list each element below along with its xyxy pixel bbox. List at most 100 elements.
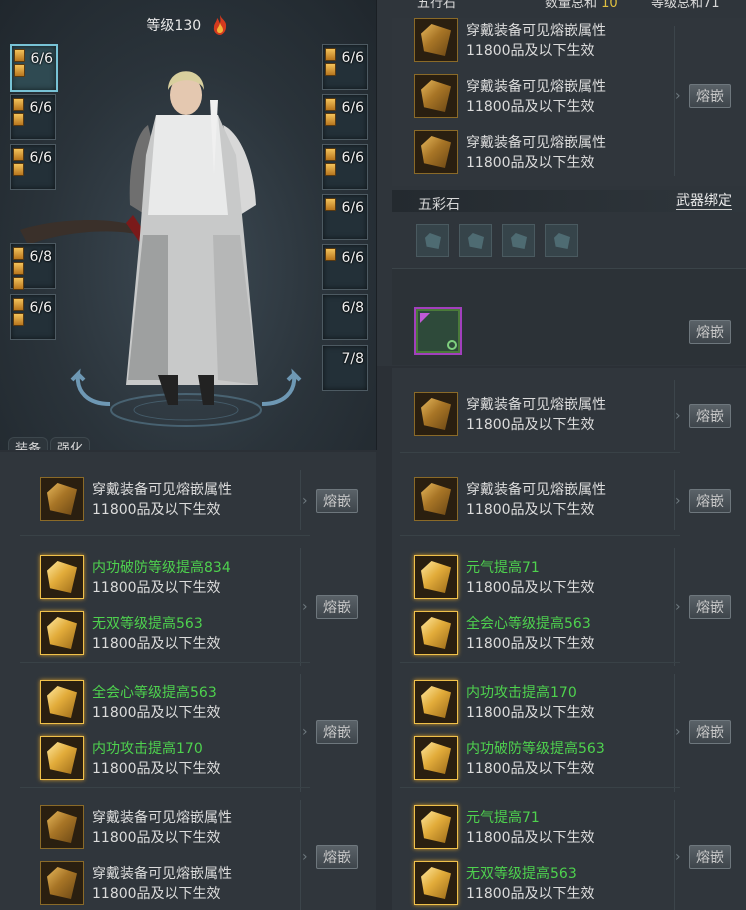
gem-stone-icon: [421, 742, 451, 774]
right-slot[interactable]: 6/8: [322, 294, 368, 340]
slot-count: 6/6: [29, 150, 52, 166]
gem-attribute: 内功攻击提高170: [92, 741, 203, 757]
divider: [300, 548, 301, 666]
tab-enhance[interactable]: 强化: [50, 437, 91, 450]
gem-icon[interactable]: [40, 680, 84, 724]
gem-requirement: 11800品及以下生效: [466, 99, 595, 115]
row-separator: [20, 662, 310, 663]
gem-icon[interactable]: [414, 736, 458, 780]
gem-icon[interactable]: [414, 18, 458, 62]
slot-count: 6/6: [341, 250, 364, 266]
gem-attribute: 内功攻击提高170: [466, 685, 577, 701]
gem-stone-icon: [421, 80, 451, 112]
inlay-button[interactable]: 熔嵌: [689, 404, 731, 428]
rotate-left-icon[interactable]: [70, 368, 114, 408]
gem-requirement: 11800品及以下生效: [92, 502, 221, 518]
gem-count-icons: [13, 148, 24, 178]
gem-icon: [14, 64, 25, 77]
right-slot[interactable]: 6/6: [322, 194, 368, 240]
gem-stone-icon: [421, 24, 451, 56]
inlay-button[interactable]: 熔嵌: [689, 845, 731, 869]
gem-icon[interactable]: [40, 736, 84, 780]
gem-requirement: 11800品及以下生效: [466, 417, 595, 433]
gem-icon: [13, 98, 24, 111]
gem-icon[interactable]: [414, 680, 458, 724]
tab-equipment[interactable]: 装备: [8, 437, 49, 450]
gem-icon[interactable]: [414, 861, 458, 905]
special-gem-slot[interactable]: [414, 307, 462, 355]
gem-requirement: 11800品及以下生效: [466, 830, 595, 846]
gem-count-icons: [325, 148, 336, 178]
empty-stone-icon: [511, 233, 527, 249]
row-separator: [400, 662, 680, 663]
left-slot[interactable]: 6/6: [10, 144, 56, 190]
right-slot[interactable]: 6/6: [322, 44, 368, 90]
gem-icon[interactable]: [414, 477, 458, 521]
empty-stone-icon: [425, 233, 441, 249]
gem-icon[interactable]: [40, 805, 84, 849]
inlay-button[interactable]: 熔嵌: [689, 720, 731, 744]
character-model: [20, 71, 262, 427]
gem-icon: [325, 163, 336, 176]
gem-icon[interactable]: [414, 74, 458, 118]
gem-icon[interactable]: [414, 555, 458, 599]
gem-icon[interactable]: [40, 861, 84, 905]
gem-icon: [13, 298, 24, 311]
left-slot[interactable]: 6/6: [10, 44, 58, 92]
gem-count-icons: [325, 248, 336, 263]
right-slot[interactable]: 7/8: [322, 345, 368, 391]
gem-attribute: 穿戴装备可见熔嵌属性: [466, 397, 606, 413]
wucai-slot[interactable]: [459, 224, 492, 257]
wucai-slot[interactable]: [502, 224, 535, 257]
wucai-slot[interactable]: [545, 224, 578, 257]
gem-icon[interactable]: [414, 805, 458, 849]
gem-icon[interactable]: [40, 611, 84, 655]
inlay-button[interactable]: 熔嵌: [316, 720, 358, 744]
right-slot[interactable]: 6/6: [322, 244, 368, 290]
left-slot[interactable]: 6/6: [10, 294, 56, 340]
inlay-button[interactable]: 熔嵌: [689, 84, 731, 108]
gem-icon[interactable]: [40, 555, 84, 599]
gem-icon: [13, 163, 24, 176]
gem-requirement: 11800品及以下生效: [466, 580, 595, 596]
gem-count-icons: [325, 198, 336, 213]
gem-count-icons: [13, 98, 24, 128]
gem-requirement: 11800品及以下生效: [466, 886, 595, 902]
gem-attribute: 无双等级提高563: [92, 616, 203, 632]
rotate-right-icon[interactable]: [258, 368, 302, 408]
gem-icon: [13, 313, 24, 326]
right-slot[interactable]: 6/6: [322, 94, 368, 140]
gem-requirement: 11800品及以下生效: [92, 636, 221, 652]
inlay-button[interactable]: 熔嵌: [316, 595, 358, 619]
gem-stone-icon: [421, 811, 451, 843]
wucai-slot[interactable]: [416, 224, 449, 257]
gem-count-icons: [13, 298, 24, 328]
gem-icon[interactable]: [414, 611, 458, 655]
gem-icon: [325, 248, 336, 261]
inlay-button[interactable]: 熔嵌: [689, 489, 731, 513]
weapon-bind-link[interactable]: 武器绑定: [676, 193, 732, 210]
gem-stone-icon: [47, 742, 77, 774]
gem-attribute: 穿戴装备可见熔嵌属性: [466, 79, 606, 95]
chevron-right-icon: ›: [302, 493, 308, 509]
left-slot[interactable]: 6/6: [10, 94, 56, 140]
gem-stone-icon: [47, 686, 77, 718]
gem-requirement: 11800品及以下生效: [466, 43, 595, 59]
left-slot[interactable]: 6/8: [10, 243, 56, 292]
gem-stone-icon: [421, 867, 451, 899]
gem-icon[interactable]: [414, 130, 458, 174]
slot-count: 6/6: [29, 100, 52, 116]
gem-requirement: 11800品及以下生效: [466, 761, 595, 777]
gem-stone-icon: [47, 561, 77, 593]
chevron-right-icon: ›: [675, 493, 681, 509]
rank-flame-icon: [210, 14, 230, 36]
gem-icon[interactable]: [40, 477, 84, 521]
right-slot[interactable]: 6/6: [322, 144, 368, 190]
gem-icon[interactable]: [414, 392, 458, 436]
inlay-button[interactable]: 熔嵌: [316, 489, 358, 513]
inlay-button[interactable]: 熔嵌: [689, 595, 731, 619]
gem-icon: [13, 247, 24, 260]
gem-count-icons: [13, 247, 24, 292]
inlay-button[interactable]: 熔嵌: [316, 845, 358, 869]
special-inlay-button[interactable]: 熔嵌: [689, 320, 731, 344]
